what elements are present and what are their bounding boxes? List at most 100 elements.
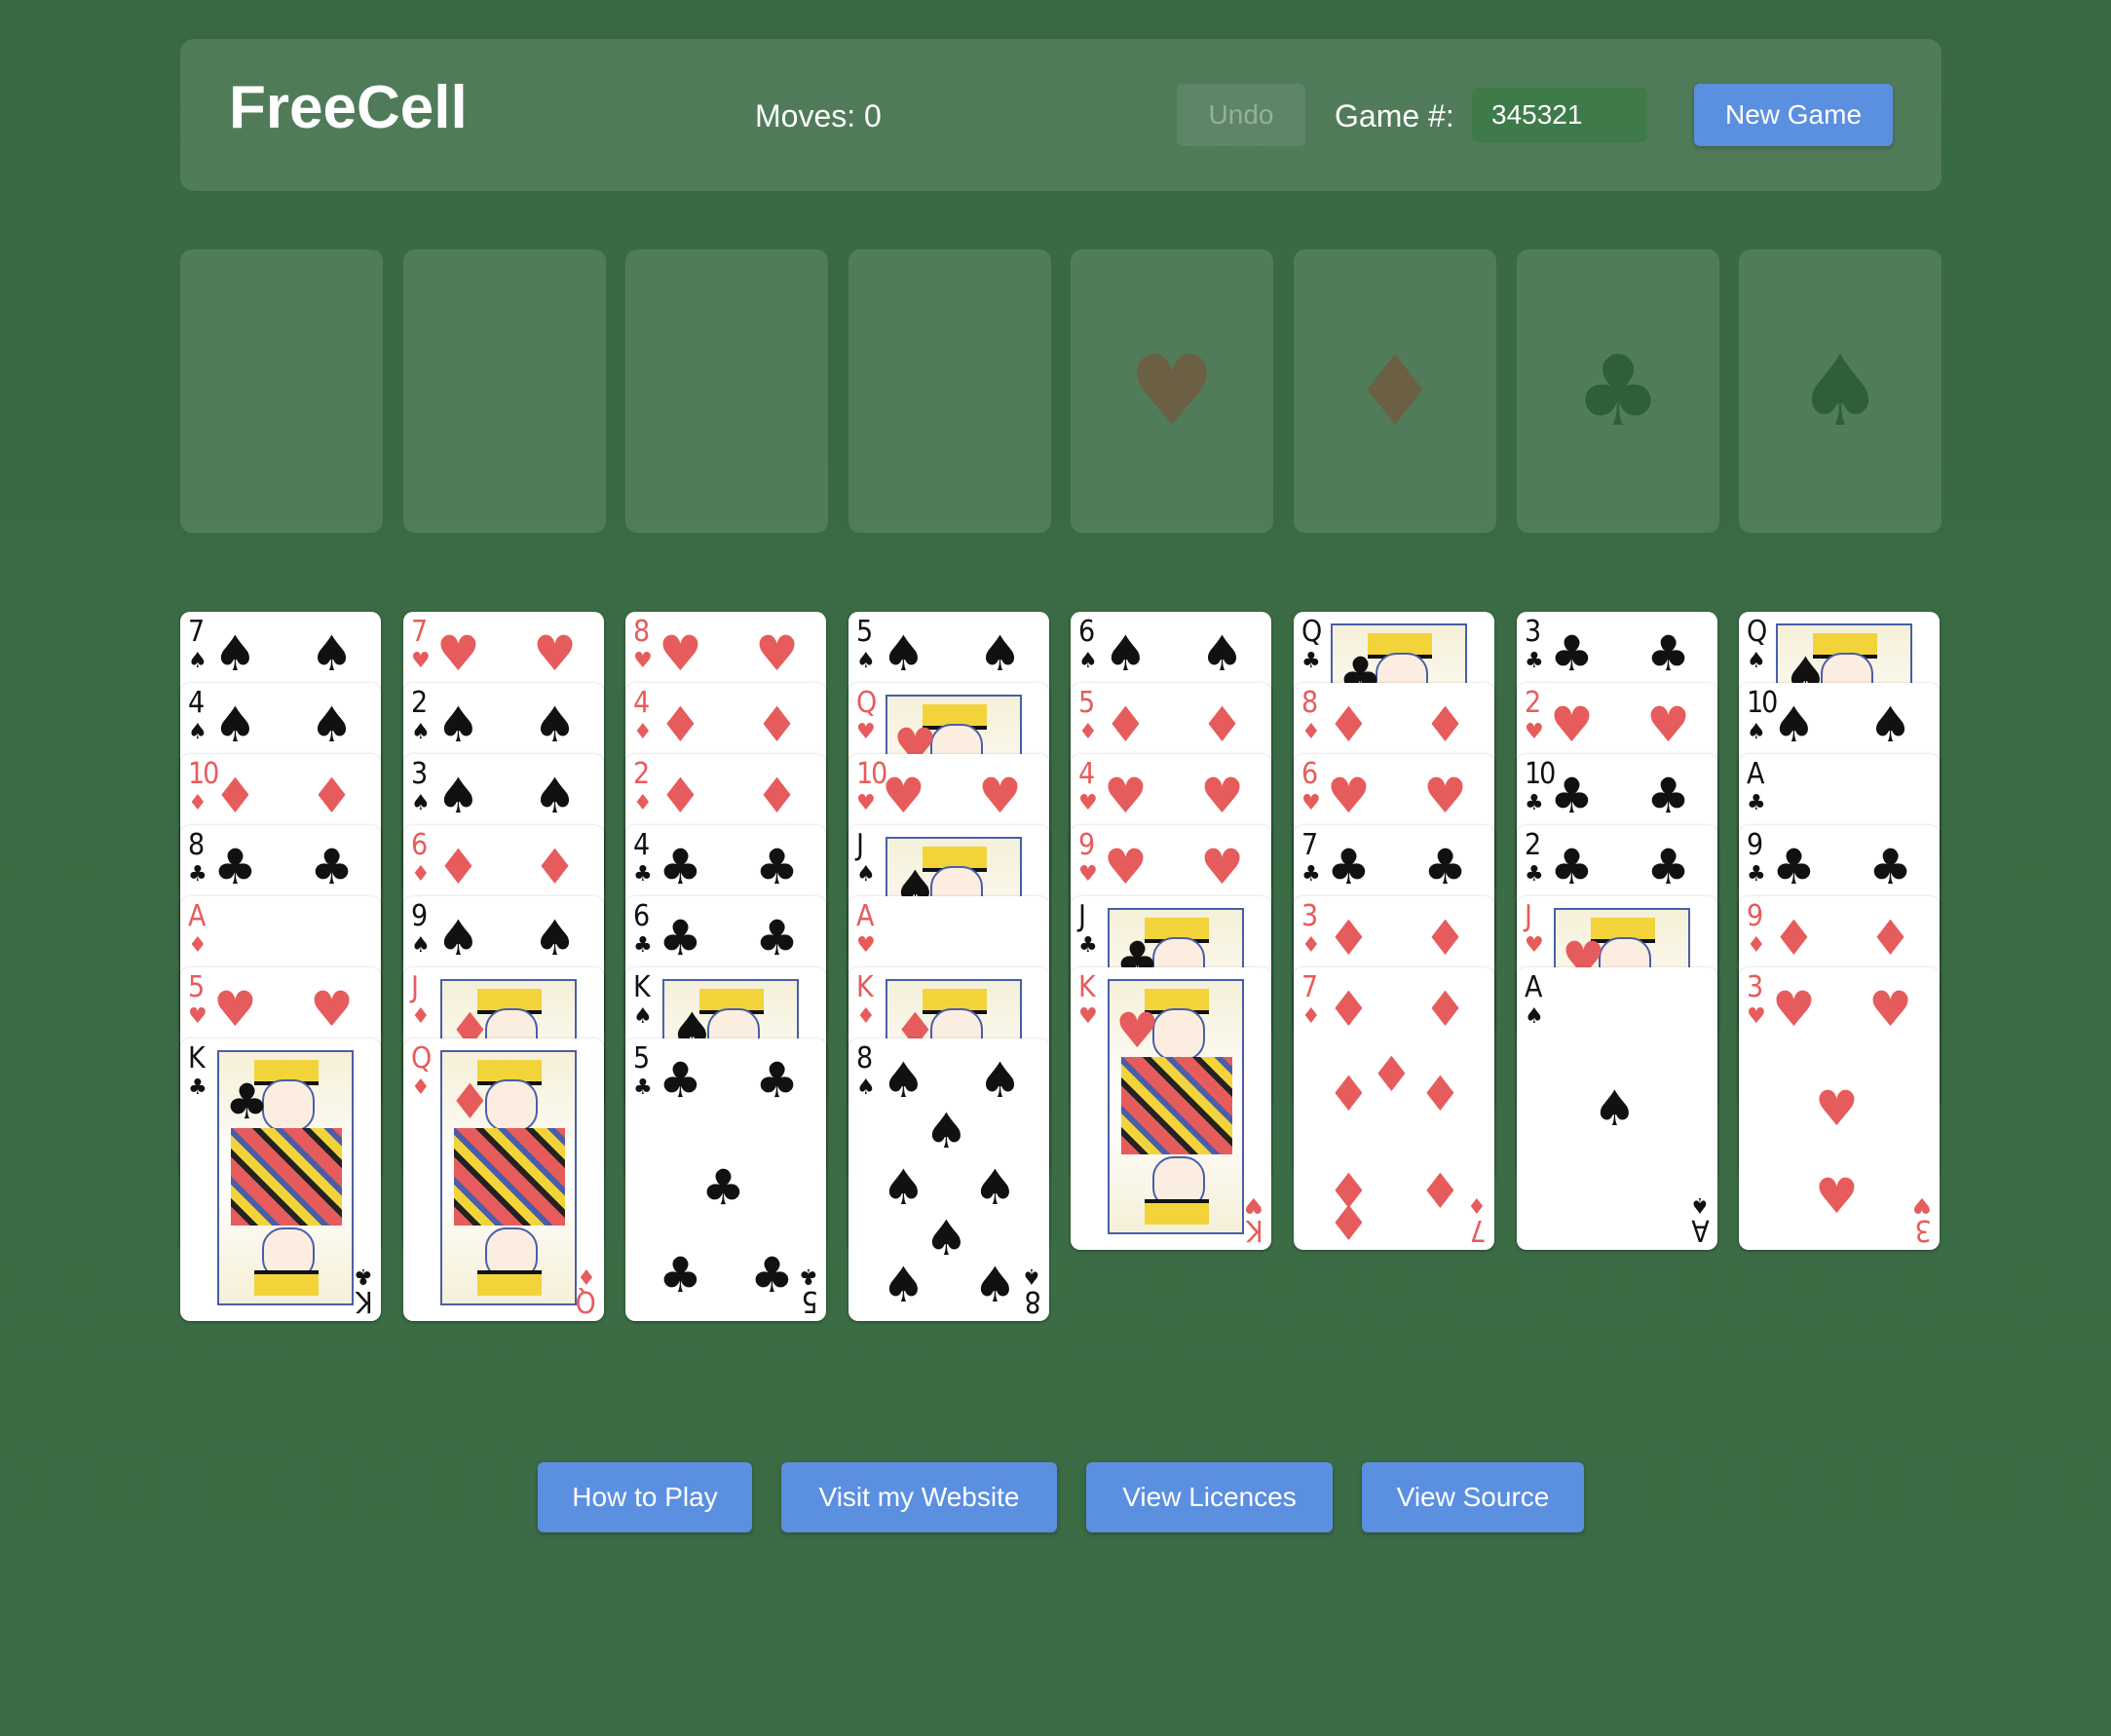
card-rank: 5 xyxy=(803,1284,818,1318)
diamond-icon: ♦ xyxy=(1301,1004,1321,1029)
card-rank: K xyxy=(856,970,874,1004)
heart-icon: ♥ xyxy=(1115,1002,1159,1059)
heart-icon: ♥ xyxy=(856,933,876,958)
free-cell-1[interactable] xyxy=(180,249,383,533)
spade-icon: ♠ xyxy=(1747,720,1766,744)
spade-icon: ♠ xyxy=(533,768,577,824)
card-rank: 3 xyxy=(1916,1213,1932,1247)
club-icon: ♣ xyxy=(1525,862,1544,887)
game-number-input[interactable] xyxy=(1472,88,1647,142)
club-icon: ♣ xyxy=(633,933,653,958)
visit-website-button[interactable]: Visit my Website xyxy=(781,1462,1057,1532)
diamond-icon: ♦ xyxy=(659,768,702,824)
card-rank: 8 xyxy=(188,828,205,862)
foundation-spades[interactable]: ♠ xyxy=(1739,249,1941,533)
card-rank: K xyxy=(633,970,651,1004)
robe-pattern xyxy=(1121,1057,1232,1154)
foundation-diamonds[interactable]: ♦ xyxy=(1294,249,1496,533)
spade-icon: ♠ xyxy=(924,1103,968,1159)
card-bottom-corner: A ♠ xyxy=(1690,1192,1710,1247)
heart-icon: ♥ xyxy=(1104,839,1148,895)
diamond-icon: ♦ xyxy=(1301,720,1321,744)
club-icon: ♣ xyxy=(659,910,702,966)
playing-card[interactable]: 7 ♦ ♦ ♦ ♦ ♦ ♦ ♦ ♦ ♦ 7 ♦ xyxy=(1294,967,1494,1250)
spade-icon: ♠ xyxy=(1200,625,1244,682)
diamond-icon: ♦ xyxy=(188,933,207,958)
free-cell-3[interactable] xyxy=(625,249,828,533)
diamond-icon: ♦ xyxy=(1200,697,1244,753)
diamond-icon: ♦ xyxy=(659,697,702,753)
spade-icon: ♠ xyxy=(1690,1192,1710,1217)
card-rank: 9 xyxy=(1078,828,1095,862)
card-rank: 7 xyxy=(188,615,205,649)
club-icon: ♣ xyxy=(659,839,702,895)
view-source-button[interactable]: View Source xyxy=(1362,1462,1584,1532)
card-rank: 6 xyxy=(633,899,650,933)
card-rank: 5 xyxy=(188,970,205,1004)
diamond-icon: ♦ xyxy=(448,1074,492,1130)
card-rank: A xyxy=(856,899,875,933)
club-icon: ♣ xyxy=(1525,649,1544,673)
view-licences-button[interactable]: View Licences xyxy=(1086,1462,1333,1532)
card-rank: 6 xyxy=(1301,757,1318,791)
spade-icon: ♠ xyxy=(411,720,431,744)
spade-icon: ♠ xyxy=(1772,697,1816,753)
diamond-icon: ♦ xyxy=(1418,1066,1462,1122)
playing-card[interactable]: 5 ♣ ♣ ♣ ♣ ♣ ♣ 5 ♣ xyxy=(625,1038,826,1321)
playing-card[interactable]: 8 ♠ ♠ ♠ ♠ ♠ ♠ ♠ ♠ ♠ 8 ♠ xyxy=(848,1038,1049,1321)
spade-icon: ♠ xyxy=(856,1076,876,1100)
heart-icon: ♥ xyxy=(411,649,431,673)
diamond-icon: ♦ xyxy=(1423,697,1467,753)
club-icon: ♣ xyxy=(1747,862,1766,887)
spade-icon: ♠ xyxy=(188,720,207,744)
heart-icon: ♥ xyxy=(1104,768,1148,824)
spade-icon: ♠ xyxy=(882,625,925,682)
club-icon: ♣ xyxy=(755,839,799,895)
face-portrait xyxy=(485,1079,538,1132)
heart-icon: ♥ xyxy=(659,625,702,682)
club-icon: ♣ xyxy=(1747,791,1766,815)
playing-card[interactable]: K ♣ ♣ K ♣ xyxy=(180,1038,381,1321)
heart-icon: ♥ xyxy=(1078,1004,1098,1029)
card-rank: 2 xyxy=(1525,686,1541,720)
app-title: FreeCell xyxy=(229,74,468,141)
club-icon: ♣ xyxy=(310,839,354,895)
club-icon: ♣ xyxy=(750,1247,794,1303)
card-rank: K xyxy=(1248,1213,1263,1247)
free-cell-4[interactable] xyxy=(848,249,1051,533)
spade-icon: ♠ xyxy=(978,1052,1022,1109)
card-rank: 7 xyxy=(411,615,428,649)
club-icon: ♣ xyxy=(1550,839,1594,895)
heart-icon: ♥ xyxy=(1868,981,1912,1038)
diamond-icon: ♦ xyxy=(1104,697,1148,753)
card-rank: 6 xyxy=(1078,615,1095,649)
club-icon: ♣ xyxy=(659,1247,702,1303)
card-rank: 9 xyxy=(1747,828,1763,862)
playing-card[interactable]: K ♥ ♥ K ♥ xyxy=(1071,967,1271,1250)
club-icon: ♣ xyxy=(1868,839,1912,895)
heart-icon: ♥ xyxy=(1078,791,1098,815)
diamond-icon: ♦ xyxy=(213,768,257,824)
card-rank: J xyxy=(411,970,419,1004)
card-bottom-corner: 7 ♦ xyxy=(1467,1192,1487,1247)
heart-icon: ♥ xyxy=(1327,768,1371,824)
new-game-button[interactable]: New Game xyxy=(1694,84,1893,146)
how-to-play-button[interactable]: How to Play xyxy=(538,1462,752,1532)
diamond-icon: ♦ xyxy=(633,720,653,744)
spade-icon: ♠ xyxy=(411,791,431,815)
foundation-hearts[interactable]: ♥ xyxy=(1071,249,1273,533)
free-cell-2[interactable] xyxy=(403,249,606,533)
playing-card[interactable]: Q ♦ ♦ Q ♦ xyxy=(403,1038,604,1321)
card-rank: A xyxy=(1693,1213,1710,1247)
playing-card[interactable]: 3 ♥ ♥ ♥ ♥ ♥ 3 ♥ xyxy=(1739,967,1940,1250)
heart-icon: ♥ xyxy=(1200,768,1244,824)
undo-button[interactable]: Undo xyxy=(1177,84,1305,146)
club-icon: ♣ xyxy=(1525,791,1544,815)
club-icon: ♣ xyxy=(799,1264,818,1288)
card-rank: 9 xyxy=(1747,899,1763,933)
spade-icon: ♠ xyxy=(1022,1264,1041,1288)
heart-icon: ♥ xyxy=(188,1004,207,1029)
spade-icon: ♠ xyxy=(436,910,480,966)
foundation-clubs[interactable]: ♣ xyxy=(1517,249,1719,533)
playing-card[interactable]: A ♠ ♠ A ♠ xyxy=(1517,967,1717,1250)
